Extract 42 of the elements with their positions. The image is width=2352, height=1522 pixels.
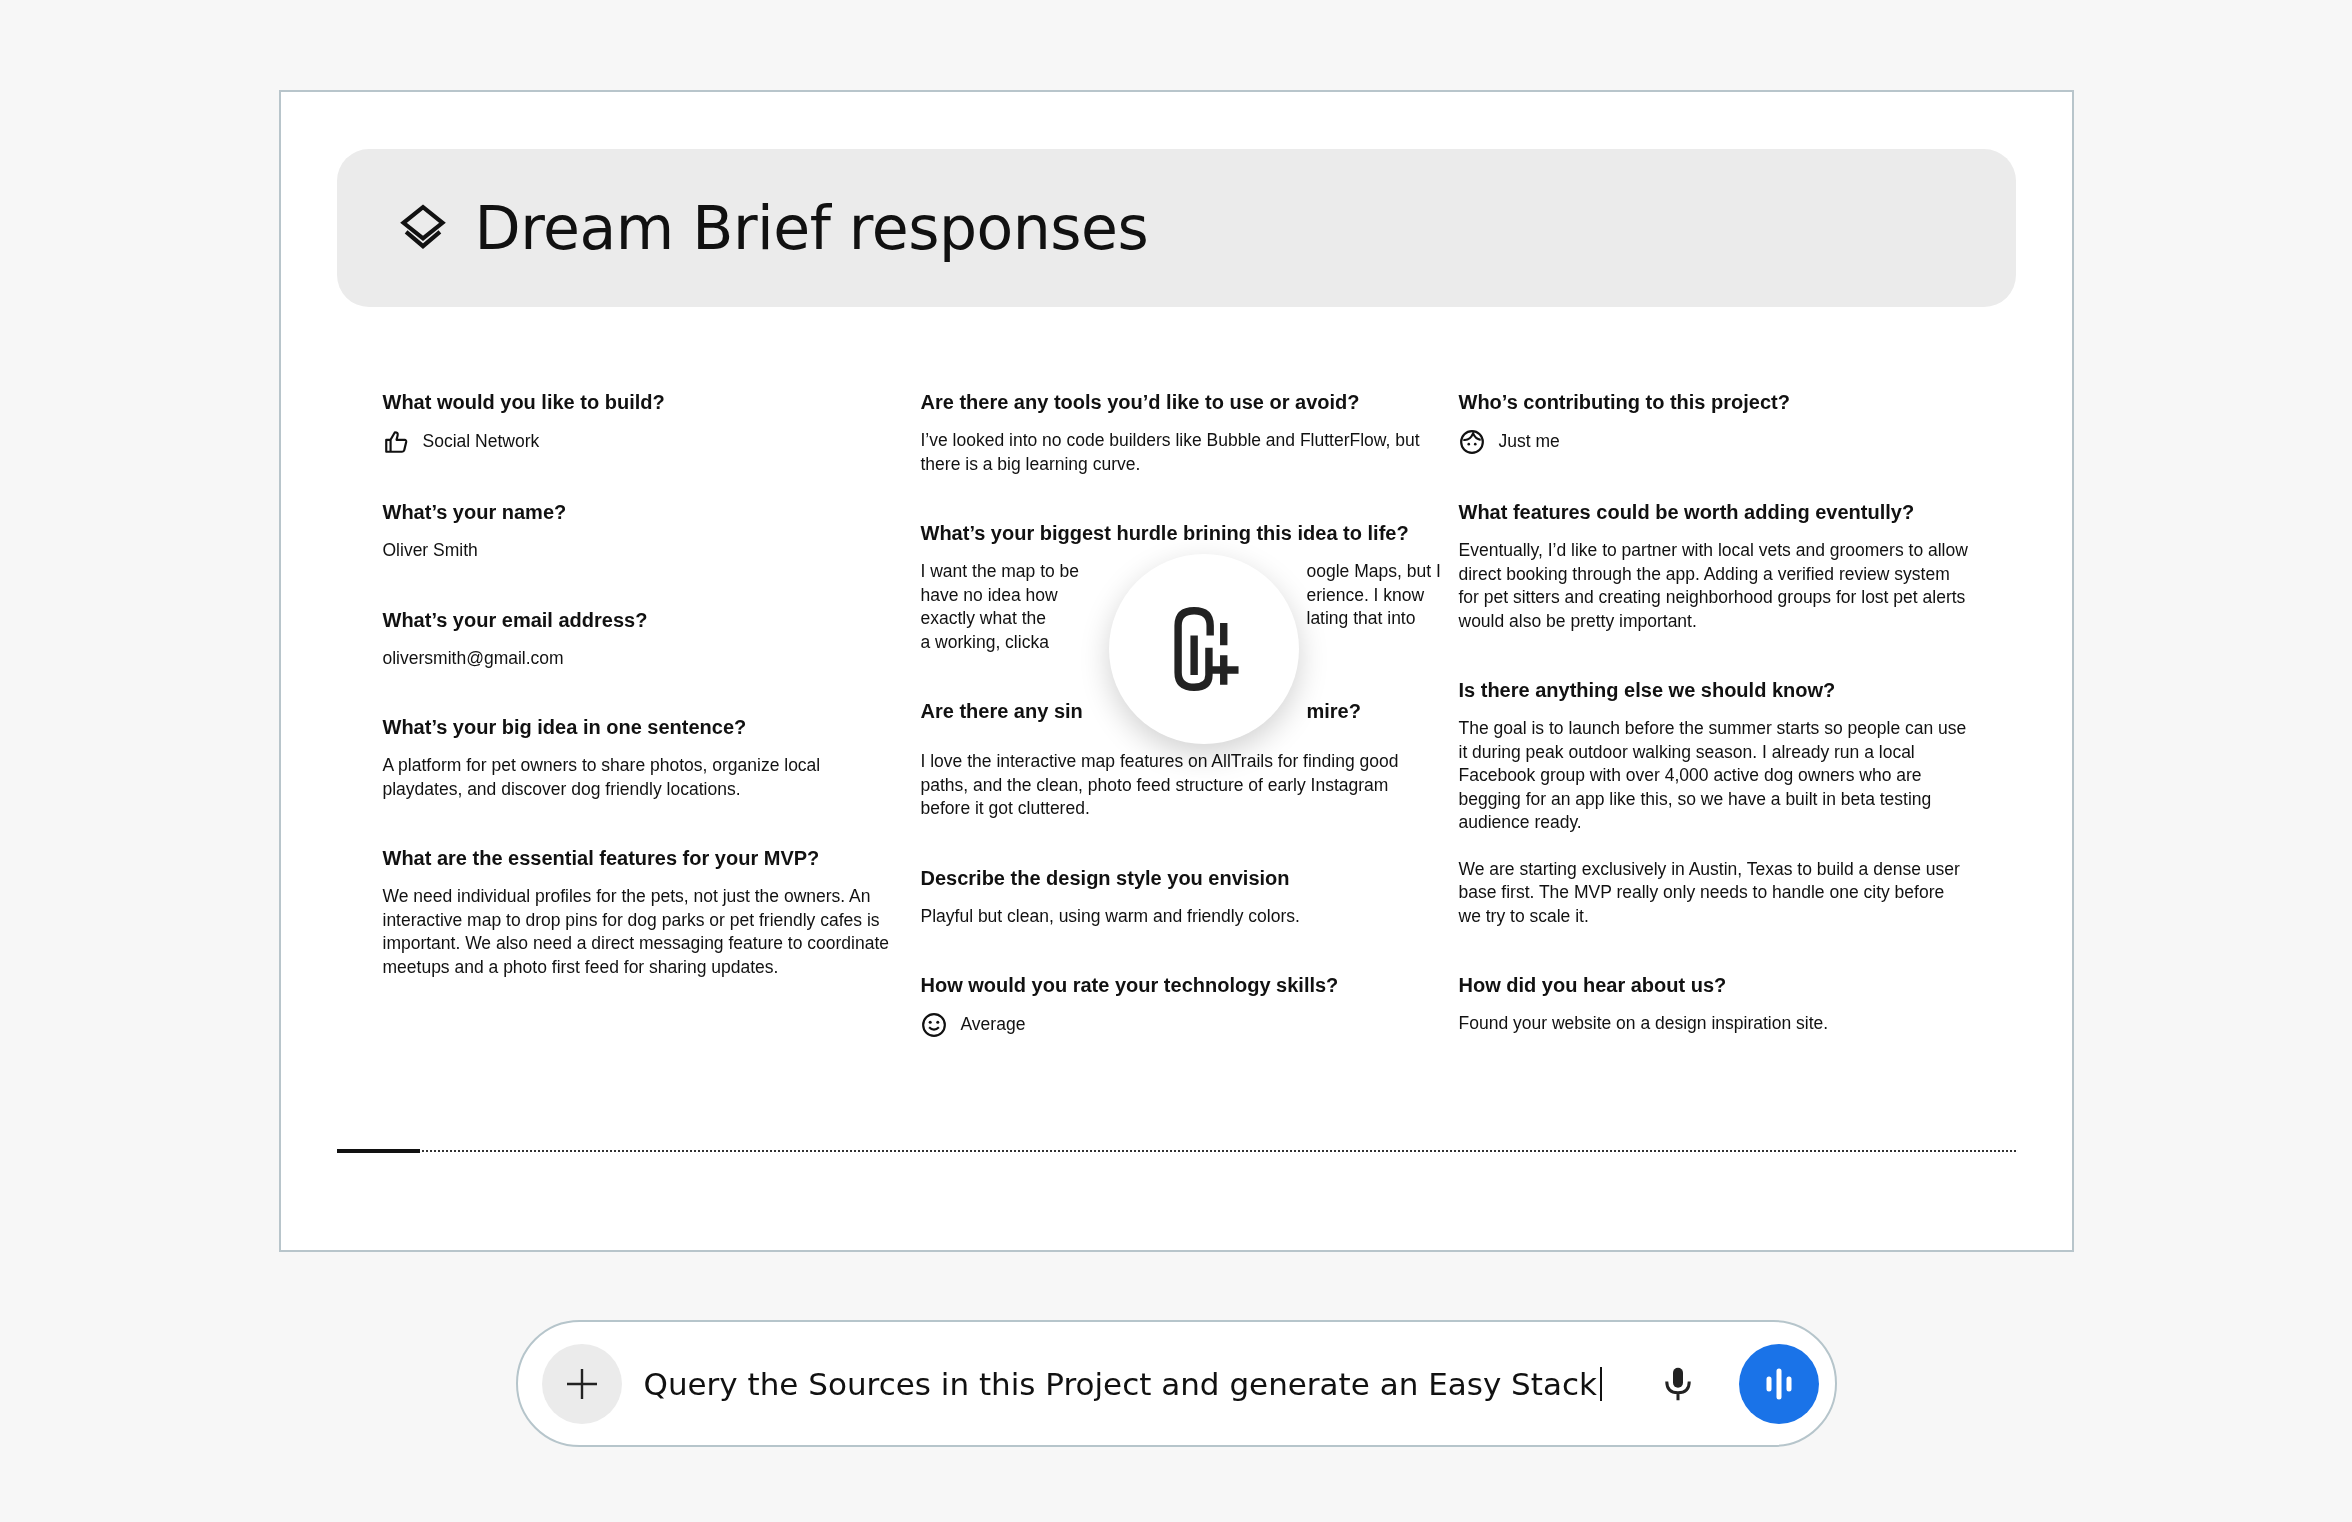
answer-text: erience. I know — [1306, 583, 1425, 607]
answer-text: oogle Maps, but I — [1306, 560, 1441, 583]
answer-text: oliversmith@gmail.com — [382, 646, 565, 670]
plus-icon — [564, 1366, 599, 1401]
prompt-input[interactable]: Query the Sources in this Project and generate an Easy Stack — [643, 1365, 1663, 1402]
answer-text: Playful but clean, using warm and friendly colors. — [920, 904, 1301, 928]
answer-text: lating that into — [1306, 607, 1416, 630]
question-text: What’s your biggest hurdle brining this idea to life? — [920, 521, 1410, 546]
question-text: What are the essential features for your MVP? — [382, 846, 821, 871]
question-text: Who’s contributing to this project? — [1458, 390, 1791, 415]
question-text: Are there any sin — [920, 699, 1084, 724]
question-text: How did you hear about us? — [1458, 973, 1728, 998]
question-text: What features could be worth adding eventully? — [1458, 500, 1916, 525]
question-text: Describe the design style you envision — [920, 865, 1291, 891]
answer-text: I want the map to be — [920, 560, 1081, 583]
answer-text: Found your website on a design inspiration site. — [1458, 1012, 1830, 1035]
answer-text: Average — [960, 1013, 1026, 1037]
answer-text: We need individual profiles for the pets, not just the owners. An interactive map to drop pins for dog parks or pet friendly cafes is important. We also need a direct messaging feature to coordinate meetups and a photo first feed for sharing updates. — [382, 885, 890, 979]
smiley-icon — [920, 1012, 947, 1038]
answer-text: Oliver Smith — [382, 539, 479, 562]
answer-text: Just me — [1498, 430, 1560, 454]
answer-text: A platform for pet owners to share photos, organize local playdates, and discover dog friendly locations. — [382, 754, 822, 801]
answer-text: I’ve looked into no code builders like Bubble and FlutterFlow, but there is a big learning curve. — [920, 429, 1421, 476]
answer-text: We are starting exclusively in Austin, Texas to build a dense user base first. The MVP really only needs to handle one city before we try to scale it. — [1458, 857, 1961, 928]
question-text: Is there anything else we should know? — [1458, 678, 1837, 703]
question-text: Are there any tools you’d like to use or avoid? — [920, 390, 1361, 415]
answer-text: exactly what the — [920, 607, 1047, 630]
answer-text: I love the interactive map features on AllTrails for finding good paths, and the clean, photo feed structure of early Instagram before it got cluttered. — [920, 750, 1400, 820]
face-icon — [1458, 429, 1485, 455]
question-text: What’s your name? — [382, 500, 568, 525]
page-title: Dream Brief responses — [474, 193, 1149, 263]
question-text: What’s your big idea in one sentence? — [382, 715, 748, 740]
question-text: How would you rate your technology skills? — [920, 973, 1340, 998]
answer-text: Social Network — [422, 430, 540, 454]
answer-text: a working, clicka — [920, 630, 1050, 654]
question-text: mire? — [1306, 699, 1361, 724]
question-text: What’s your email address? — [382, 607, 649, 633]
answer-text: The goal is to launch before the summer starts so people can use it during peak outdoor walking season. I already run a local Facebook group with over 4,000 active dog owners who are begging for an app like this, so we have a built in beta testing audience ready. — [1458, 717, 1968, 834]
thumbs-up-icon — [382, 429, 409, 455]
question-text: What would you like to build? — [382, 390, 666, 415]
answer-text: Eventually, I’d like to partner with local vets and groomers to allow direct booking through the app. Adding a verified review system for pet sitters and creating neighborhood groups for lost pet alerts would also be pretty important. — [1458, 539, 1969, 633]
answer-text: have no idea how — [920, 583, 1059, 607]
